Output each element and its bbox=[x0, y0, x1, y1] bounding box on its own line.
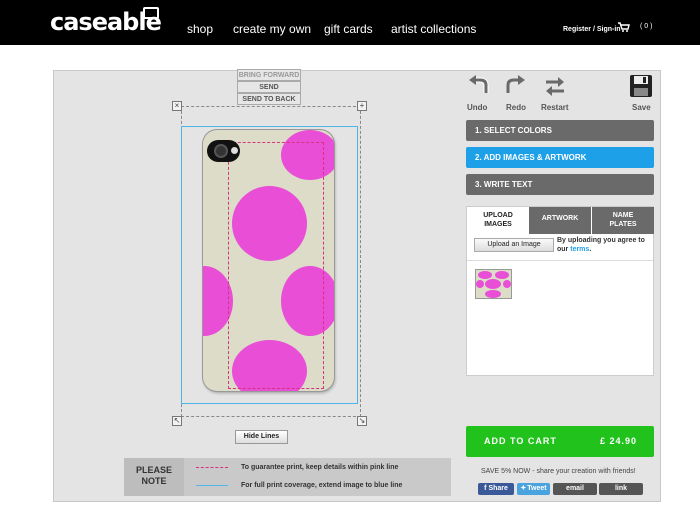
images-tab-panel: UPLOAD IMAGES ARTWORK NAME PLATES Upload… bbox=[466, 206, 654, 376]
camera-cutout-icon bbox=[207, 140, 240, 162]
facebook-share-button[interactable]: f Share bbox=[478, 483, 514, 495]
step-select-colors[interactable]: 1. SELECT COLORS bbox=[466, 120, 654, 141]
uploaded-image-thumbnail[interactable] bbox=[475, 269, 512, 299]
add-to-cart-label: ADD TO CART bbox=[484, 436, 557, 446]
send-to-back-button[interactable]: SEND TO BACK bbox=[237, 93, 301, 105]
undo-label: Undo bbox=[467, 103, 488, 112]
nav-gift-cards[interactable]: gift cards bbox=[324, 22, 373, 36]
step-add-images-artwork[interactable]: 2. ADD IMAGES & ARTWORK bbox=[466, 147, 654, 168]
email-share-button[interactable]: email bbox=[553, 483, 597, 495]
add-handle-icon[interactable]: + bbox=[357, 101, 367, 111]
pink-dashed-legend bbox=[196, 467, 228, 468]
step-write-text[interactable]: 3. WRITE TEXT bbox=[466, 174, 654, 195]
print-guidelines-note: PLEASE NOTE To guarantee print, keep det… bbox=[124, 458, 451, 496]
price-label: £ 24.90 bbox=[600, 436, 638, 446]
phone-case-preview[interactable] bbox=[203, 130, 334, 391]
add-to-cart-button[interactable]: ADD TO CART £ 24.90 bbox=[466, 426, 654, 457]
hide-lines-button[interactable]: Hide Lines bbox=[235, 430, 288, 444]
terms-link[interactable]: terms bbox=[570, 246, 589, 253]
tweet-button[interactable]: ✦Tweet bbox=[517, 483, 550, 495]
upload-terms-note: By uploading you agree to our terms. bbox=[557, 237, 645, 253]
nav-artist-collections[interactable]: artist collections bbox=[391, 22, 476, 36]
blue-line-legend bbox=[196, 485, 228, 486]
camera-flash-icon bbox=[231, 147, 238, 154]
note-label: PLEASE NOTE bbox=[124, 458, 184, 496]
register-signin-link[interactable]: Register / Sign-in bbox=[563, 26, 621, 33]
logo-speech-bubble-icon bbox=[143, 7, 159, 19]
tab-name-plates[interactable]: NAME PLATES bbox=[592, 207, 654, 234]
share-promo-text: SAVE 5% NOW - share your creation with f… bbox=[481, 468, 636, 475]
bring-forward-button[interactable]: BRING FORWARD bbox=[237, 69, 301, 81]
redo-label: Redo bbox=[506, 103, 526, 112]
restart-icon bbox=[546, 77, 564, 96]
shopping-cart-icon[interactable] bbox=[618, 22, 630, 32]
top-navigation-bar: caseable shop create my own gift cards a… bbox=[0, 0, 700, 45]
twitter-bird-icon: ✦ bbox=[520, 485, 527, 492]
restart-button[interactable] bbox=[541, 73, 569, 99]
save-label: Save bbox=[632, 103, 651, 112]
blue-line-note: For full print coverage, extend image to… bbox=[241, 482, 403, 489]
undo-icon bbox=[469, 75, 489, 93]
redo-icon bbox=[506, 75, 525, 93]
cart-count: ( 0 ) bbox=[640, 23, 653, 30]
nav-create-my-own[interactable]: create my own bbox=[233, 22, 311, 36]
polka-dot-thumbnail-image bbox=[476, 270, 511, 298]
nav-shop[interactable]: shop bbox=[187, 22, 213, 36]
send-backward-button[interactable]: SEND BACKWARD bbox=[237, 81, 301, 102]
link-share-button[interactable]: link bbox=[599, 483, 643, 495]
upload-image-button[interactable]: Upload an Image bbox=[474, 238, 554, 252]
divider bbox=[467, 260, 653, 261]
pink-line-note: To guarantee print, keep details within … bbox=[241, 464, 399, 471]
delete-handle-icon[interactable]: × bbox=[172, 101, 182, 111]
facebook-icon: f bbox=[484, 485, 487, 492]
tab-upload-images[interactable]: UPLOAD IMAGES bbox=[467, 207, 529, 234]
camera-lens-icon bbox=[214, 144, 228, 158]
restart-label: Restart bbox=[541, 103, 569, 112]
scale-handle-icon[interactable]: ↘ bbox=[357, 416, 367, 426]
resize-handle-icon[interactable]: ↖ bbox=[172, 416, 182, 426]
save-button[interactable] bbox=[627, 73, 655, 99]
undo-button[interactable] bbox=[465, 73, 493, 99]
redo-button[interactable] bbox=[501, 73, 529, 99]
floppy-disk-icon bbox=[630, 75, 652, 97]
safe-print-pink-line bbox=[228, 142, 324, 389]
tab-artwork[interactable]: ARTWORK bbox=[529, 207, 591, 234]
